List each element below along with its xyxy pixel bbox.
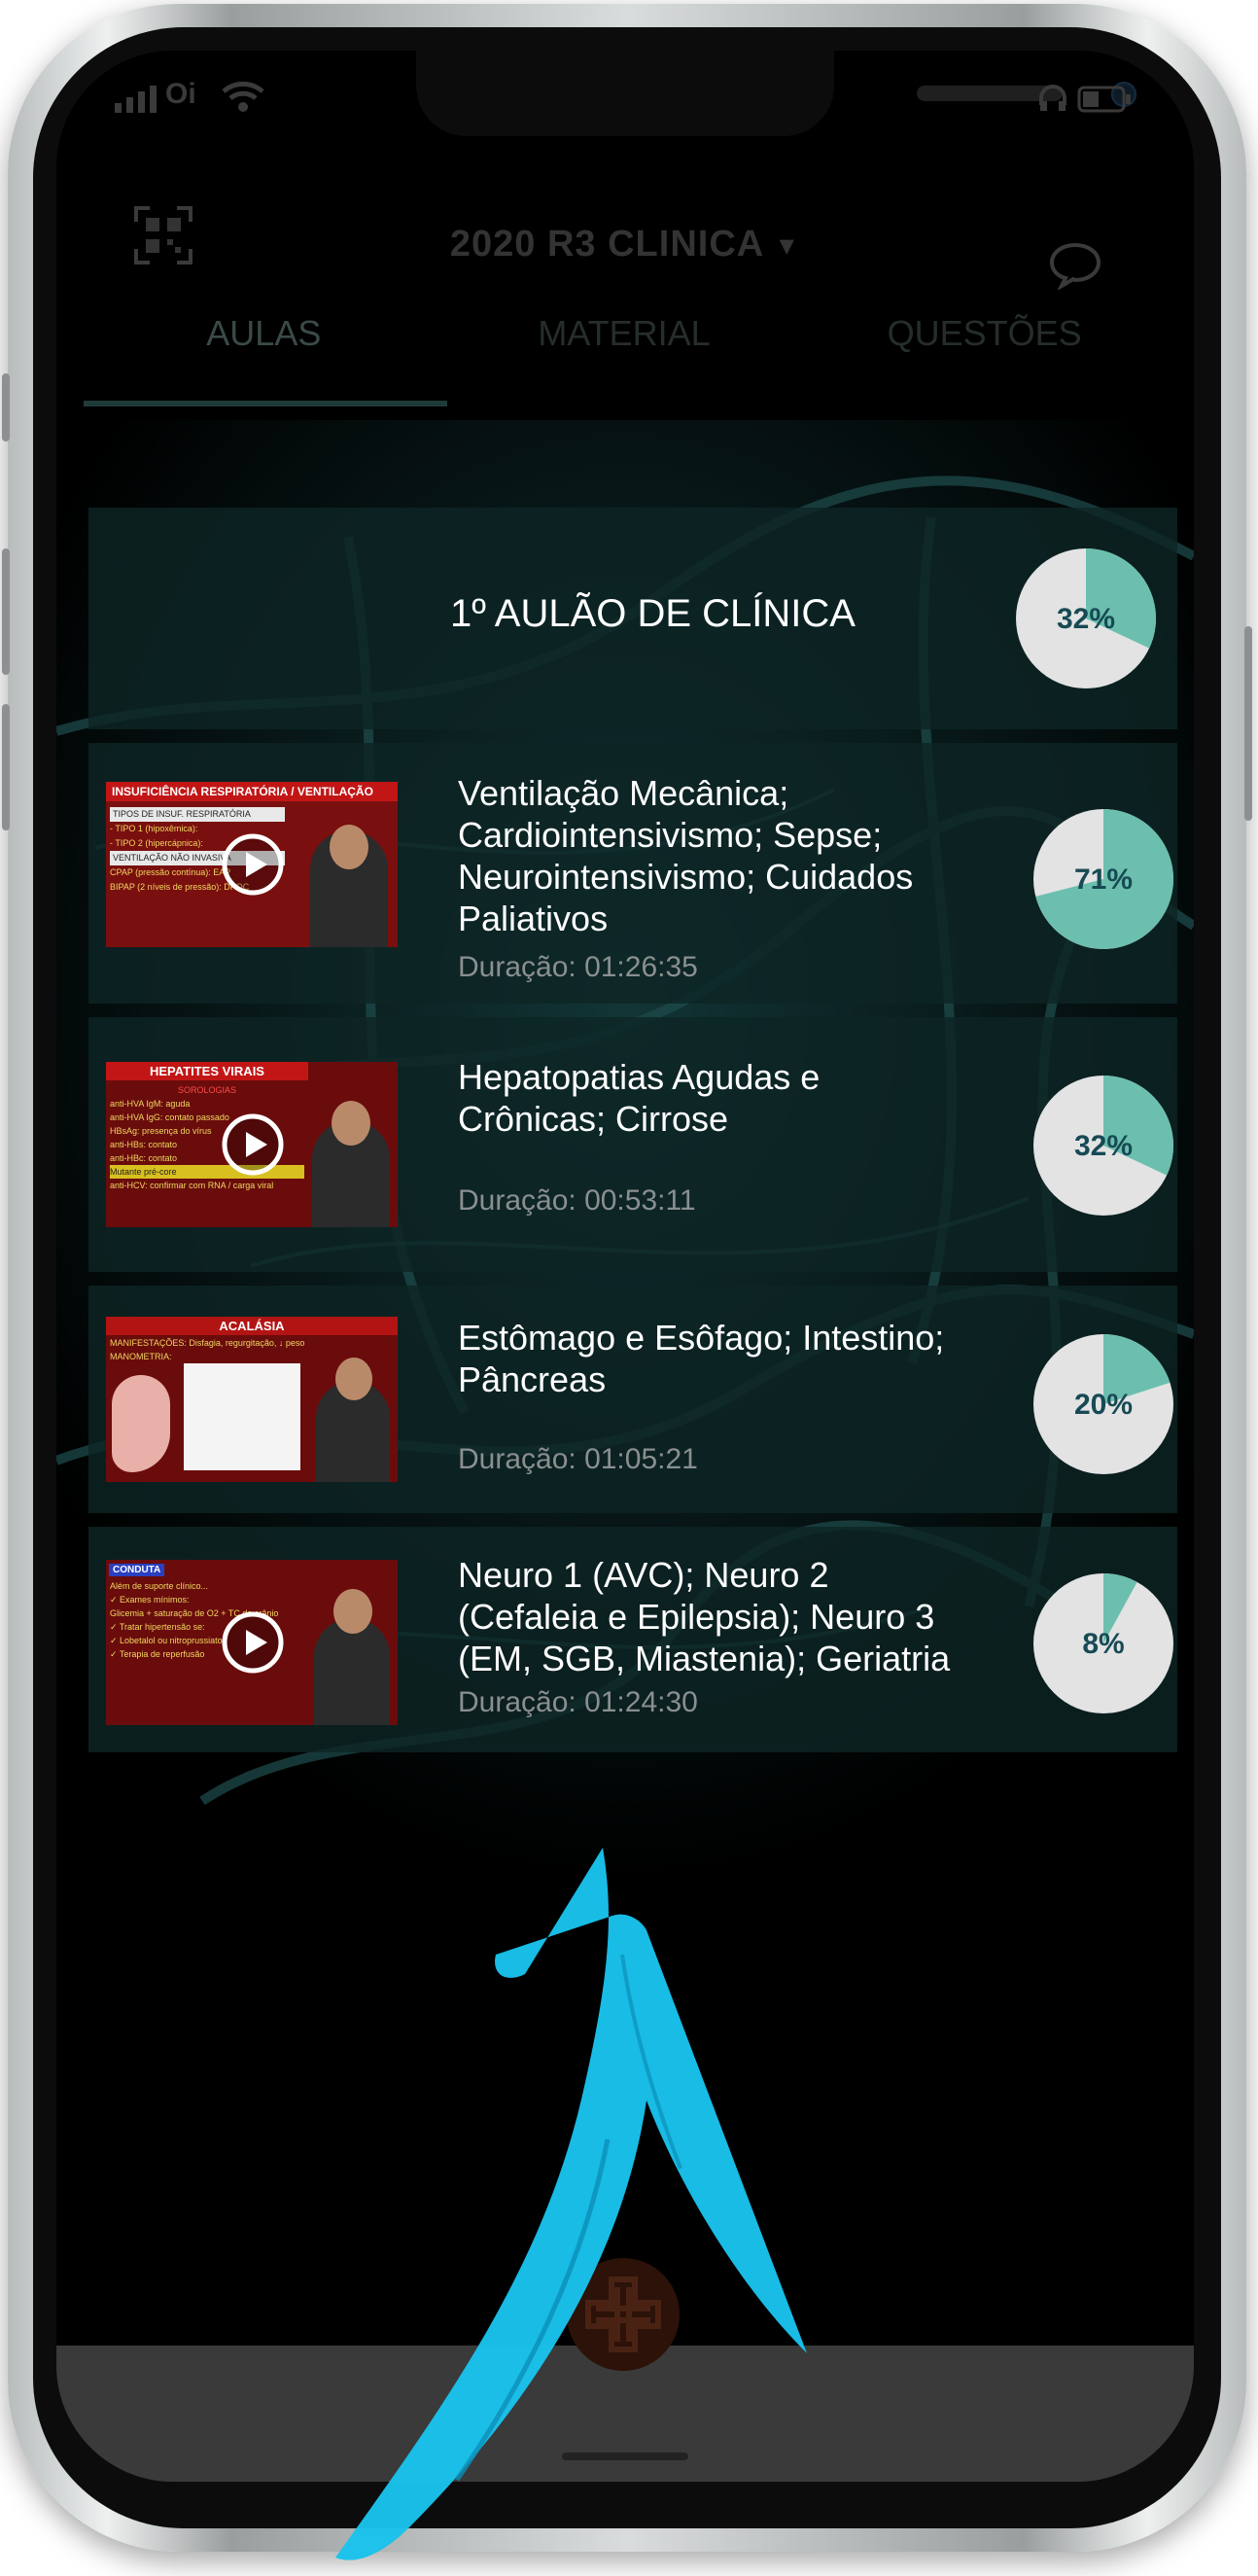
lesson-title-line: Hepatopatias Agudas e — [458, 1057, 821, 1097]
progress-percent: 32% — [1073, 1130, 1134, 1162]
thumbnail-text: ✓ Exames mínimos: — [110, 1595, 190, 1605]
active-tab-indicator — [84, 401, 447, 406]
tab-bar: AULAS MATERIAL QUESTÕES — [84, 313, 1165, 379]
lesson-title: Ventilação Mecânica; Cardiointensivismo;… — [458, 772, 1012, 939]
lesson-title-line: Estômago e Esôfago; Intestino; — [458, 1318, 945, 1358]
lesson-title-line: Crônicas; Cirrose — [458, 1099, 729, 1139]
play-icon[interactable] — [221, 1112, 285, 1177]
medical-cross-icon[interactable] — [567, 2258, 680, 2371]
wifi-icon — [222, 80, 264, 121]
lesson-thumbnail[interactable]: INSUFICIÊNCIA RESPIRATÓRIA / VENTILAÇÃO … — [106, 782, 398, 947]
lesson-title-line: Neuro 1 (AVC); Neuro 2 — [458, 1555, 829, 1595]
lesson-duration: Duração: 01:24:30 — [458, 1686, 698, 1718]
lesson-thumbnail[interactable]: HEPATITES VIRAIS SOROLOGIAS anti-HVA IgM… — [106, 1062, 398, 1227]
caret-down-icon: ▼ — [774, 230, 801, 261]
lesson-title: Estômago e Esôfago; Intestino; Pâncreas — [458, 1317, 1012, 1400]
lesson-title-line: Neurointensivismo; Cuidados — [458, 857, 914, 897]
tab-material[interactable]: MATERIAL — [444, 313, 805, 379]
thumbnail-text: TIPOS DE INSUF. RESPIRATÓRIA — [110, 807, 285, 822]
lesson-duration: Duração: 01:05:21 — [458, 1443, 698, 1475]
progress-percent: 32% — [1056, 603, 1116, 635]
thumbnail-text: SOROLOGIAS — [177, 1085, 237, 1095]
thumbnail-text: anti-HCV: confirmar com RNA / carga vira… — [110, 1181, 274, 1190]
anatomy-illustration — [112, 1375, 170, 1472]
lesson-title-line: Cardiointensivismo; Sepse; — [458, 815, 883, 855]
thumbnail-heading: HEPATITES VIRAIS — [106, 1062, 308, 1080]
lesson-thumbnail[interactable]: ACALÁSIA MANIFESTAÇÕES: Disfagia, regurg… — [106, 1317, 398, 1482]
presenter-head — [335, 1358, 372, 1400]
battery-icon — [1077, 86, 1132, 121]
lesson-title-line: Pâncreas — [458, 1359, 607, 1399]
play-icon[interactable] — [221, 832, 285, 897]
lesson-duration: Duração: 01:26:35 — [458, 951, 698, 983]
lesson-title: Hepatopatias Agudas e Crônicas; Cirrose — [458, 1056, 1012, 1140]
home-indicator — [562, 2452, 688, 2460]
lesson-title-line: Ventilação Mecânica; — [458, 773, 789, 813]
play-icon[interactable] — [221, 1610, 285, 1675]
lesson-row[interactable]: ACALÁSIA MANIFESTAÇÕES: Disfagia, regurg… — [88, 1286, 1177, 1513]
thumbnail-heading: CONDUTA — [109, 1564, 165, 1576]
progress-percent: 8% — [1082, 1628, 1125, 1660]
lesson-duration: Duração: 00:53:11 — [458, 1184, 696, 1217]
signal-icon — [115, 86, 159, 121]
course-header-row[interactable]: 1º AULÃO DE CLÍNICA 32% — [88, 508, 1177, 729]
power-button — [1244, 626, 1252, 821]
progress-percent: 20% — [1073, 1389, 1134, 1421]
lesson-title-line: (EM, SGB, Miastenia); Geriatria — [458, 1639, 951, 1678]
lesson-row[interactable]: INSUFICIÊNCIA RESPIRATÓRIA / VENTILAÇÃO … — [88, 743, 1177, 1004]
progress-percent: 71% — [1073, 864, 1134, 896]
notch — [416, 51, 1136, 136]
volume-down-button — [2, 704, 10, 830]
presenter-image — [314, 1618, 390, 1725]
thumbnail-text: Além de suporte clínico... — [110, 1581, 209, 1591]
thumbnail-text: anti-HVA IgM: aguda — [110, 1099, 191, 1109]
lesson-title: Neuro 1 (AVC); Neuro 2 (Cefaleia e Epile… — [458, 1554, 1012, 1679]
presenter-head — [330, 825, 368, 869]
thumbnail-heading: INSUFICIÊNCIA RESPIRATÓRIA / VENTILAÇÃO — [106, 782, 398, 801]
tab-questoes[interactable]: QUESTÕES — [804, 313, 1165, 379]
course-selector[interactable]: 2020 R3 CLINICA ▼ — [56, 224, 1194, 265]
chat-bubble-icon[interactable] — [1048, 241, 1102, 292]
course-title: 1º AULÃO DE CLÍNICA — [450, 592, 856, 635]
headphones-icon — [1038, 84, 1067, 121]
thumbnail-heading: ACALÁSIA — [106, 1317, 398, 1335]
lesson-title-line: (Cefaleia e Epilepsia); Neuro 3 — [458, 1597, 935, 1637]
lesson-title-line: Paliativos — [458, 899, 609, 938]
thumbnail-text: MANIFESTAÇÕES: Disfagia, regurgitação, ↓… — [110, 1338, 305, 1348]
page-title: 2020 R3 CLINICA — [449, 224, 763, 265]
lesson-thumbnail[interactable]: CONDUTA Além de suporte clínico... ✓ Exa… — [106, 1560, 398, 1725]
mute-switch — [2, 373, 10, 441]
lesson-row[interactable]: HEPATITES VIRAIS SOROLOGIAS anti-HVA IgM… — [88, 1017, 1177, 1272]
presenter-head — [333, 1589, 372, 1634]
app-screen: Oi 2020 R3 CLINICA ▼ AULAS MATERIAL QUES… — [56, 51, 1194, 2482]
volume-up-button — [2, 548, 10, 675]
presenter-head — [332, 1101, 370, 1146]
carrier-label: Oi — [165, 78, 196, 110]
lesson-row[interactable]: CONDUTA Além de suporte clínico... ✓ Exa… — [88, 1527, 1177, 1752]
tab-aulas[interactable]: AULAS — [84, 313, 444, 379]
manometry-chart — [184, 1363, 300, 1470]
